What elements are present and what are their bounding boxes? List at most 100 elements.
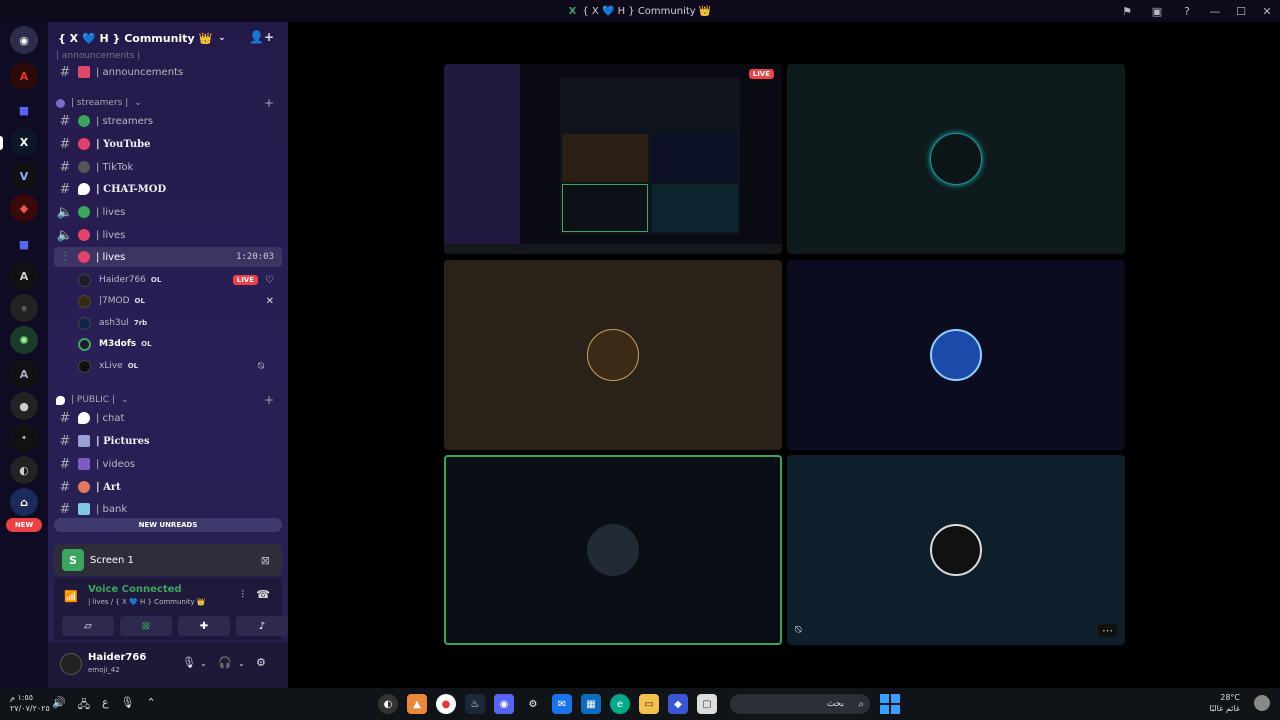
app-icon[interactable]: ▲ bbox=[407, 694, 427, 714]
channel-youtube[interactable]: # | YouTube bbox=[54, 134, 282, 154]
help-icon[interactable]: ? bbox=[1172, 0, 1202, 22]
screen-share-icon[interactable]: ▣ bbox=[1142, 0, 1172, 22]
screen-share-panel[interactable]: S Screen 1 ⊠ bbox=[54, 544, 282, 576]
store-icon[interactable]: ▦ bbox=[581, 694, 601, 714]
category-streamers[interactable]: | streamers | ⌄ + bbox=[56, 95, 284, 111]
voice-user[interactable]: Haider766 OL LIVE ♡ bbox=[78, 271, 278, 289]
hash-icon: # bbox=[59, 410, 71, 426]
channel-chat-mod[interactable]: # | CHAT-MOD bbox=[54, 179, 282, 199]
channel-tiktok[interactable]: # | TikTok bbox=[54, 157, 282, 177]
folder-icon[interactable]: ■ bbox=[10, 230, 38, 258]
taskbar-search[interactable]: بحث ⌕ bbox=[730, 694, 870, 714]
voice-user[interactable]: ash3ul 7rb bbox=[78, 314, 278, 332]
chevron-down-icon: ⌄ bbox=[120, 395, 129, 405]
new-badge[interactable]: NEW bbox=[6, 518, 42, 532]
discord-icon[interactable]: ◉ bbox=[494, 694, 514, 714]
user-avatar-icon[interactable] bbox=[1254, 695, 1270, 711]
channel-art[interactable]: # | Art bbox=[54, 477, 282, 497]
server-icon[interactable]: ● bbox=[10, 392, 38, 420]
minimize-button[interactable]: — bbox=[1202, 0, 1228, 22]
voice-channel-lives-1[interactable]: 🔈 | lives bbox=[54, 202, 282, 222]
headphones-icon[interactable]: 🎧 bbox=[218, 656, 232, 669]
chevron-down-icon[interactable]: ⌄ bbox=[238, 659, 245, 668]
close-button[interactable]: ✕ bbox=[1254, 0, 1280, 22]
add-user-icon[interactable]: 👤+ bbox=[249, 30, 274, 44]
folder-icon[interactable]: ■ bbox=[10, 96, 38, 124]
channel-videos[interactable]: # | videos bbox=[54, 454, 282, 474]
server-icon[interactable]: ◎ bbox=[10, 294, 38, 322]
server-icon[interactable]: ◐ bbox=[10, 456, 38, 484]
app-icon[interactable]: ◐ bbox=[378, 694, 398, 714]
channel-pictures[interactable]: # | Pictures bbox=[54, 431, 282, 451]
video-tile-user[interactable]: ⍉ ⋯ bbox=[787, 455, 1125, 645]
discord-home-icon[interactable]: ◉ bbox=[10, 26, 38, 54]
disconnect-icon[interactable]: ☎ bbox=[256, 588, 270, 601]
channel-announcements[interactable]: # | announcements bbox=[54, 62, 282, 82]
voice-channel-lives-active[interactable]: ⫶ | lives 1:20:03 bbox=[54, 247, 282, 267]
video-tile-m3dofs[interactable] bbox=[444, 455, 782, 645]
channel-streamers[interactable]: # | streamers bbox=[54, 111, 282, 131]
voice-user[interactable]: xLive OL ⍉ bbox=[78, 357, 278, 375]
settings-gear-icon[interactable]: ⚙ bbox=[256, 656, 266, 669]
chevron-up-icon[interactable]: ⌃ bbox=[147, 696, 156, 715]
category-public[interactable]: | PUBLIC | ⌄ + bbox=[56, 392, 284, 408]
close-icon[interactable]: ⊠ bbox=[261, 554, 270, 567]
avatar bbox=[78, 359, 91, 373]
weather-widget[interactable]: 28°C غائم غالبًا bbox=[1209, 692, 1240, 714]
voice-location[interactable]: | lives / { X 💙 H } Community 👑 bbox=[88, 598, 206, 606]
chrome-icon[interactable]: ● bbox=[436, 694, 456, 714]
channel-chat[interactable]: # | chat bbox=[54, 408, 282, 428]
avatar[interactable] bbox=[60, 653, 82, 675]
server-icon[interactable]: ✦ bbox=[10, 424, 38, 452]
hash-icon: # bbox=[59, 136, 71, 152]
server-icon-xh[interactable]: X bbox=[10, 128, 38, 156]
voice-connected-label[interactable]: Voice Connected bbox=[88, 584, 182, 595]
add-channel-icon[interactable]: + bbox=[264, 96, 274, 110]
video-tile-7mod[interactable] bbox=[444, 260, 782, 450]
inbox-flag-icon[interactable]: ⚑ bbox=[1112, 0, 1142, 22]
server-icon[interactable]: ✺ bbox=[10, 326, 38, 354]
voice-channel-lives-2[interactable]: 🔈 | lives bbox=[54, 225, 282, 245]
network-icon[interactable]: 🖧 bbox=[78, 696, 90, 715]
maximize-button[interactable]: ☐ bbox=[1228, 0, 1254, 22]
settings-icon[interactable]: ⚙ bbox=[523, 694, 543, 714]
chevron-down-icon[interactable]: ⌄ bbox=[200, 659, 207, 668]
stream-tile-haider766[interactable]: LIVE bbox=[444, 64, 782, 254]
noise-suppression-icon[interactable]: ⫶ bbox=[241, 588, 244, 602]
server-icon[interactable]: A bbox=[10, 360, 38, 388]
app-icon[interactable]: ◆ bbox=[668, 694, 688, 714]
megaphone-icon bbox=[78, 66, 90, 78]
clock[interactable]: ١:٥٥ م ٢٧/٠٧/٢٠٢٥ bbox=[10, 692, 50, 714]
server-icon[interactable]: ◆ bbox=[10, 194, 38, 222]
share-screen-button[interactable]: ⊠ bbox=[120, 616, 172, 636]
mail-icon[interactable]: ✉ bbox=[552, 694, 572, 714]
more-options-icon[interactable]: ⋯ bbox=[1098, 624, 1117, 637]
microphone-icon[interactable]: 🎙 bbox=[182, 656, 196, 669]
server-icon[interactable]: ⌂ bbox=[10, 488, 38, 516]
voice-user[interactable]: |7MOD OL ✕ bbox=[78, 292, 278, 310]
video-tile-ash3ul[interactable] bbox=[787, 260, 1125, 450]
server-icon[interactable]: A bbox=[10, 62, 38, 90]
language-indicator[interactable]: ع bbox=[102, 696, 109, 715]
username[interactable]: Haider766 bbox=[88, 652, 146, 663]
video-tile-xlive[interactable] bbox=[787, 64, 1125, 254]
channel-bank[interactable]: # | bank bbox=[54, 499, 282, 519]
stream-preview-grid bbox=[560, 78, 740, 234]
avatar bbox=[78, 337, 91, 351]
server-rail: ◉ A ■ X V ◆ ■ A ◎ ✺ A ● ✦ ◐ ⌂ NEW bbox=[0, 22, 48, 688]
edge-icon[interactable]: e bbox=[610, 694, 630, 714]
microphone-icon[interactable]: 🎙 bbox=[121, 696, 135, 715]
steam-icon[interactable]: ♨ bbox=[465, 694, 485, 714]
server-icon[interactable]: V bbox=[10, 162, 38, 190]
add-channel-icon[interactable]: + bbox=[264, 393, 274, 407]
soundboard-button[interactable]: ♪ bbox=[236, 616, 288, 636]
server-icon[interactable]: A bbox=[10, 262, 38, 290]
voice-user-speaking[interactable]: M3dofs OL bbox=[78, 335, 278, 353]
activities-button[interactable]: ✚ bbox=[178, 616, 230, 636]
windows-start-icon[interactable] bbox=[880, 694, 900, 714]
app-icon[interactable]: ▢ bbox=[697, 694, 717, 714]
camera-off-button[interactable]: ▱ bbox=[62, 616, 114, 636]
volume-icon[interactable]: 🔊 bbox=[52, 696, 66, 715]
file-explorer-icon[interactable]: ▭ bbox=[639, 694, 659, 714]
new-unreads-bar[interactable]: NEW UNREADS bbox=[54, 518, 282, 532]
